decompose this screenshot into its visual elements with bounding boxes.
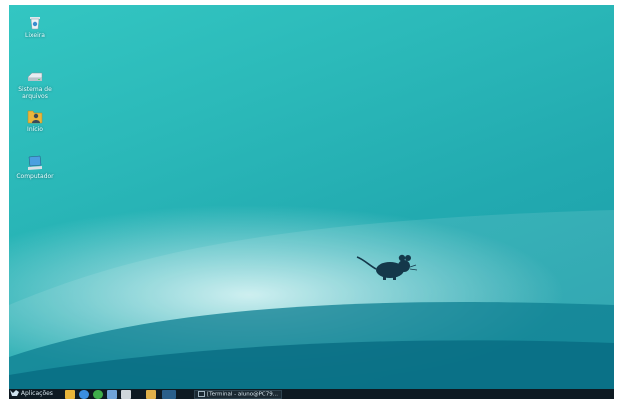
home-folder-icon bbox=[27, 110, 43, 124]
applications-menu-label: Aplicações bbox=[20, 390, 53, 397]
taskbar-window-button-terminal[interactable]: [Terminal - aluno@PC79... bbox=[194, 390, 283, 399]
trash-icon bbox=[30, 17, 40, 30]
xfce-logo-icon bbox=[10, 390, 19, 396]
terminal-window-icon bbox=[198, 391, 205, 397]
desktop-icon-label: Lixeira bbox=[25, 32, 45, 39]
desktop-icon-trash[interactable]: Lixeira bbox=[10, 14, 60, 39]
desktop-icon-computer[interactable]: Computador bbox=[10, 155, 60, 180]
desktop-icon-filesystem[interactable]: Sistema de arquivos bbox=[10, 68, 60, 100]
launcher-home-folder[interactable] bbox=[146, 390, 156, 399]
window-button-label: [Terminal - aluno@PC79... bbox=[207, 391, 279, 398]
taskbar: Aplicações [Terminal - aluno@PC79... bbox=[9, 389, 614, 399]
launcher-web-browser[interactable] bbox=[93, 390, 103, 399]
screen: Lixeira Sistema de arquivos Início Compu… bbox=[9, 5, 614, 399]
computer-icon bbox=[28, 155, 42, 170]
desktop-icon-home[interactable]: Início bbox=[10, 108, 60, 133]
launcher-mail[interactable] bbox=[107, 390, 117, 399]
desktop-background[interactable]: Lixeira Sistema de arquivos Início Compu… bbox=[9, 5, 614, 389]
wallpaper-waves bbox=[9, 210, 614, 389]
drive-icon bbox=[27, 72, 43, 81]
launcher-settings[interactable] bbox=[79, 390, 89, 399]
launcher-terminal[interactable] bbox=[121, 390, 131, 399]
desktop-icon-label: Computador bbox=[16, 173, 54, 180]
applications-menu-button[interactable]: Aplicações bbox=[10, 389, 62, 399]
workspace-switcher[interactable] bbox=[162, 390, 176, 399]
desktop-icon-label: Início bbox=[27, 126, 43, 133]
desktop-icon-label: Sistema de arquivos bbox=[18, 86, 52, 100]
launcher-file-manager[interactable] bbox=[65, 390, 75, 399]
